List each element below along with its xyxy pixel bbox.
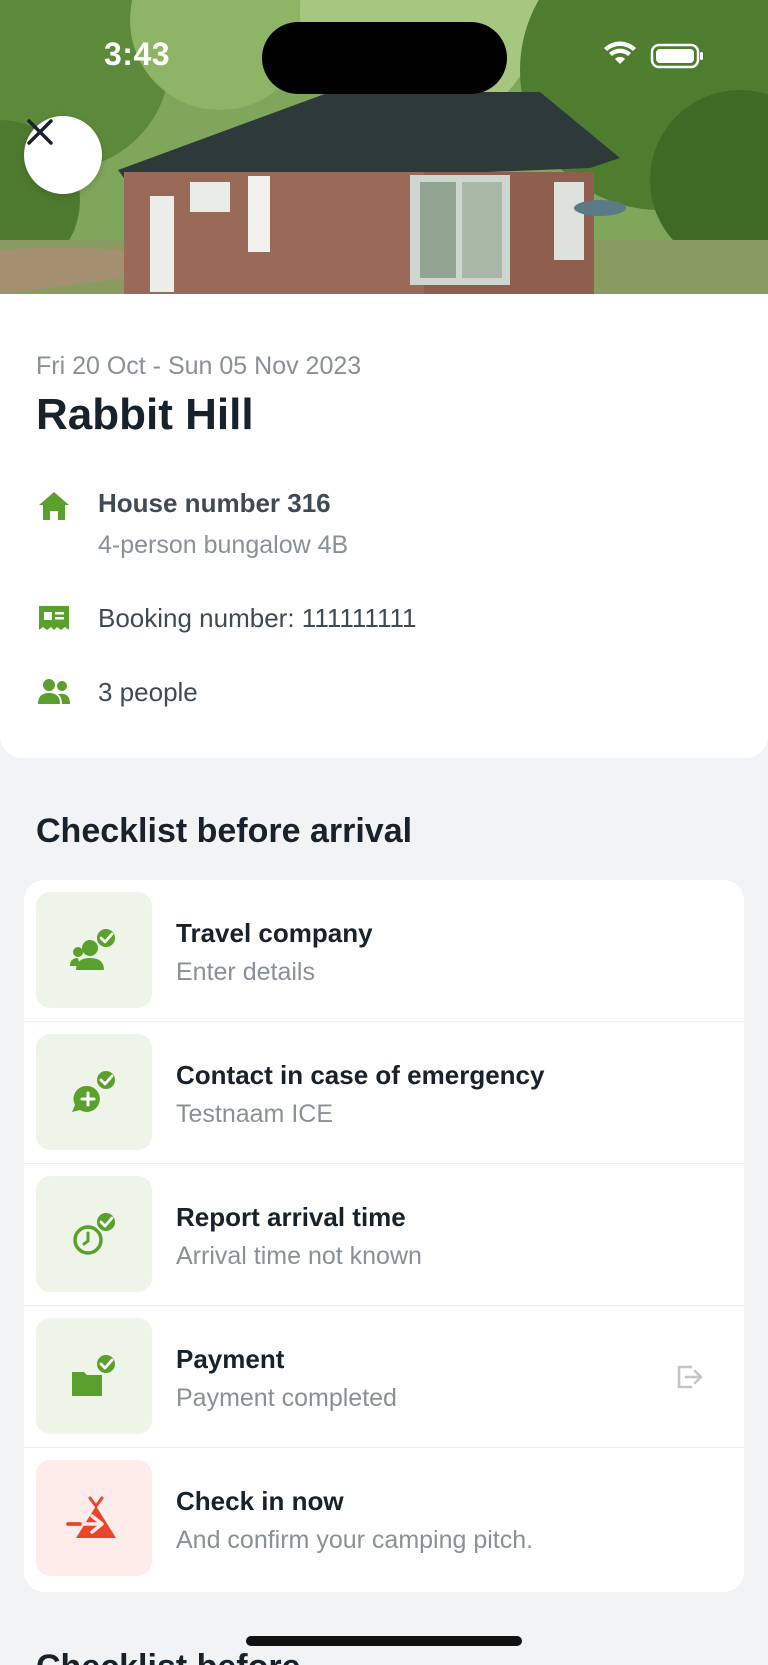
checklist-item-tile [36, 1176, 152, 1292]
checklist-title: Checklist before arrival [36, 812, 413, 850]
tent-arrow-icon [66, 1496, 116, 1538]
checklist-item-tile [36, 1034, 152, 1150]
clock-check-icon [73, 1211, 117, 1255]
house-type: 4-person bungalow 4B [98, 531, 349, 559]
checklist-item-travel-company[interactable]: Travel company Enter details [24, 880, 744, 1022]
item-subtitle: Testnaam ICE [176, 1100, 334, 1128]
ticket-icon [36, 600, 72, 636]
item-subtitle: And confirm your camping pitch. [176, 1526, 534, 1554]
home-indicator[interactable] [246, 1636, 522, 1646]
item-title: Payment [176, 1344, 285, 1374]
checklist-item-arrival-time[interactable]: Report arrival time Arrival time not kno… [24, 1164, 744, 1306]
checklist: Travel company Enter details Contact in … [24, 880, 744, 1592]
wallet-check-icon [72, 1353, 117, 1396]
hero-image: 3:43 [0, 0, 768, 294]
home-icon [36, 488, 72, 524]
item-subtitle: Payment completed [176, 1384, 397, 1412]
park-title: Rabbit Hill [36, 390, 254, 439]
people-icon [36, 674, 72, 710]
checklist-item-tile [36, 1318, 152, 1434]
house-number: House number 316 [98, 488, 331, 518]
chat-plus-check-icon [72, 1069, 117, 1112]
item-title: Check in now [176, 1486, 344, 1516]
item-title: Travel company [176, 918, 373, 948]
people-count: 3 people [98, 677, 198, 707]
close-button[interactable] [24, 116, 102, 194]
booking-number-row: Booking number: 111111111 [36, 600, 417, 636]
checklist-item-tile [36, 1460, 152, 1576]
booking-card: Fri 20 Oct - Sun 05 Nov 2023 Rabbit Hill… [0, 294, 768, 758]
close-icon [27, 119, 53, 145]
next-section-title: Checklist before [36, 1648, 301, 1665]
wifi-icon [604, 41, 636, 64]
house-detail: House number 316 4-person bungalow 4B [36, 488, 348, 560]
checklist-item-tile [36, 892, 152, 1008]
item-subtitle: Enter details [176, 958, 315, 986]
checklist-item-emergency-contact[interactable]: Contact in case of emergency Testnaam IC… [24, 1022, 744, 1164]
checklist-item-payment[interactable]: Payment Payment completed [24, 1306, 744, 1448]
item-subtitle: Arrival time not known [176, 1242, 422, 1270]
status-time: 3:43 [104, 36, 171, 72]
checklist-item-check-in[interactable]: Check in now And confirm your camping pi… [24, 1448, 744, 1590]
booking-number: Booking number: 111111111 [98, 603, 417, 633]
booking-dates: Fri 20 Oct - Sun 05 Nov 2023 [36, 352, 362, 380]
people-check-icon [70, 927, 117, 970]
item-title: Report arrival time [176, 1202, 406, 1232]
dynamic-island [262, 22, 507, 94]
people-row: 3 people [36, 674, 198, 710]
external-link-icon[interactable] [674, 1362, 704, 1392]
item-title: Contact in case of emergency [176, 1060, 545, 1090]
status-icons [600, 40, 710, 70]
battery-icon [650, 43, 703, 69]
